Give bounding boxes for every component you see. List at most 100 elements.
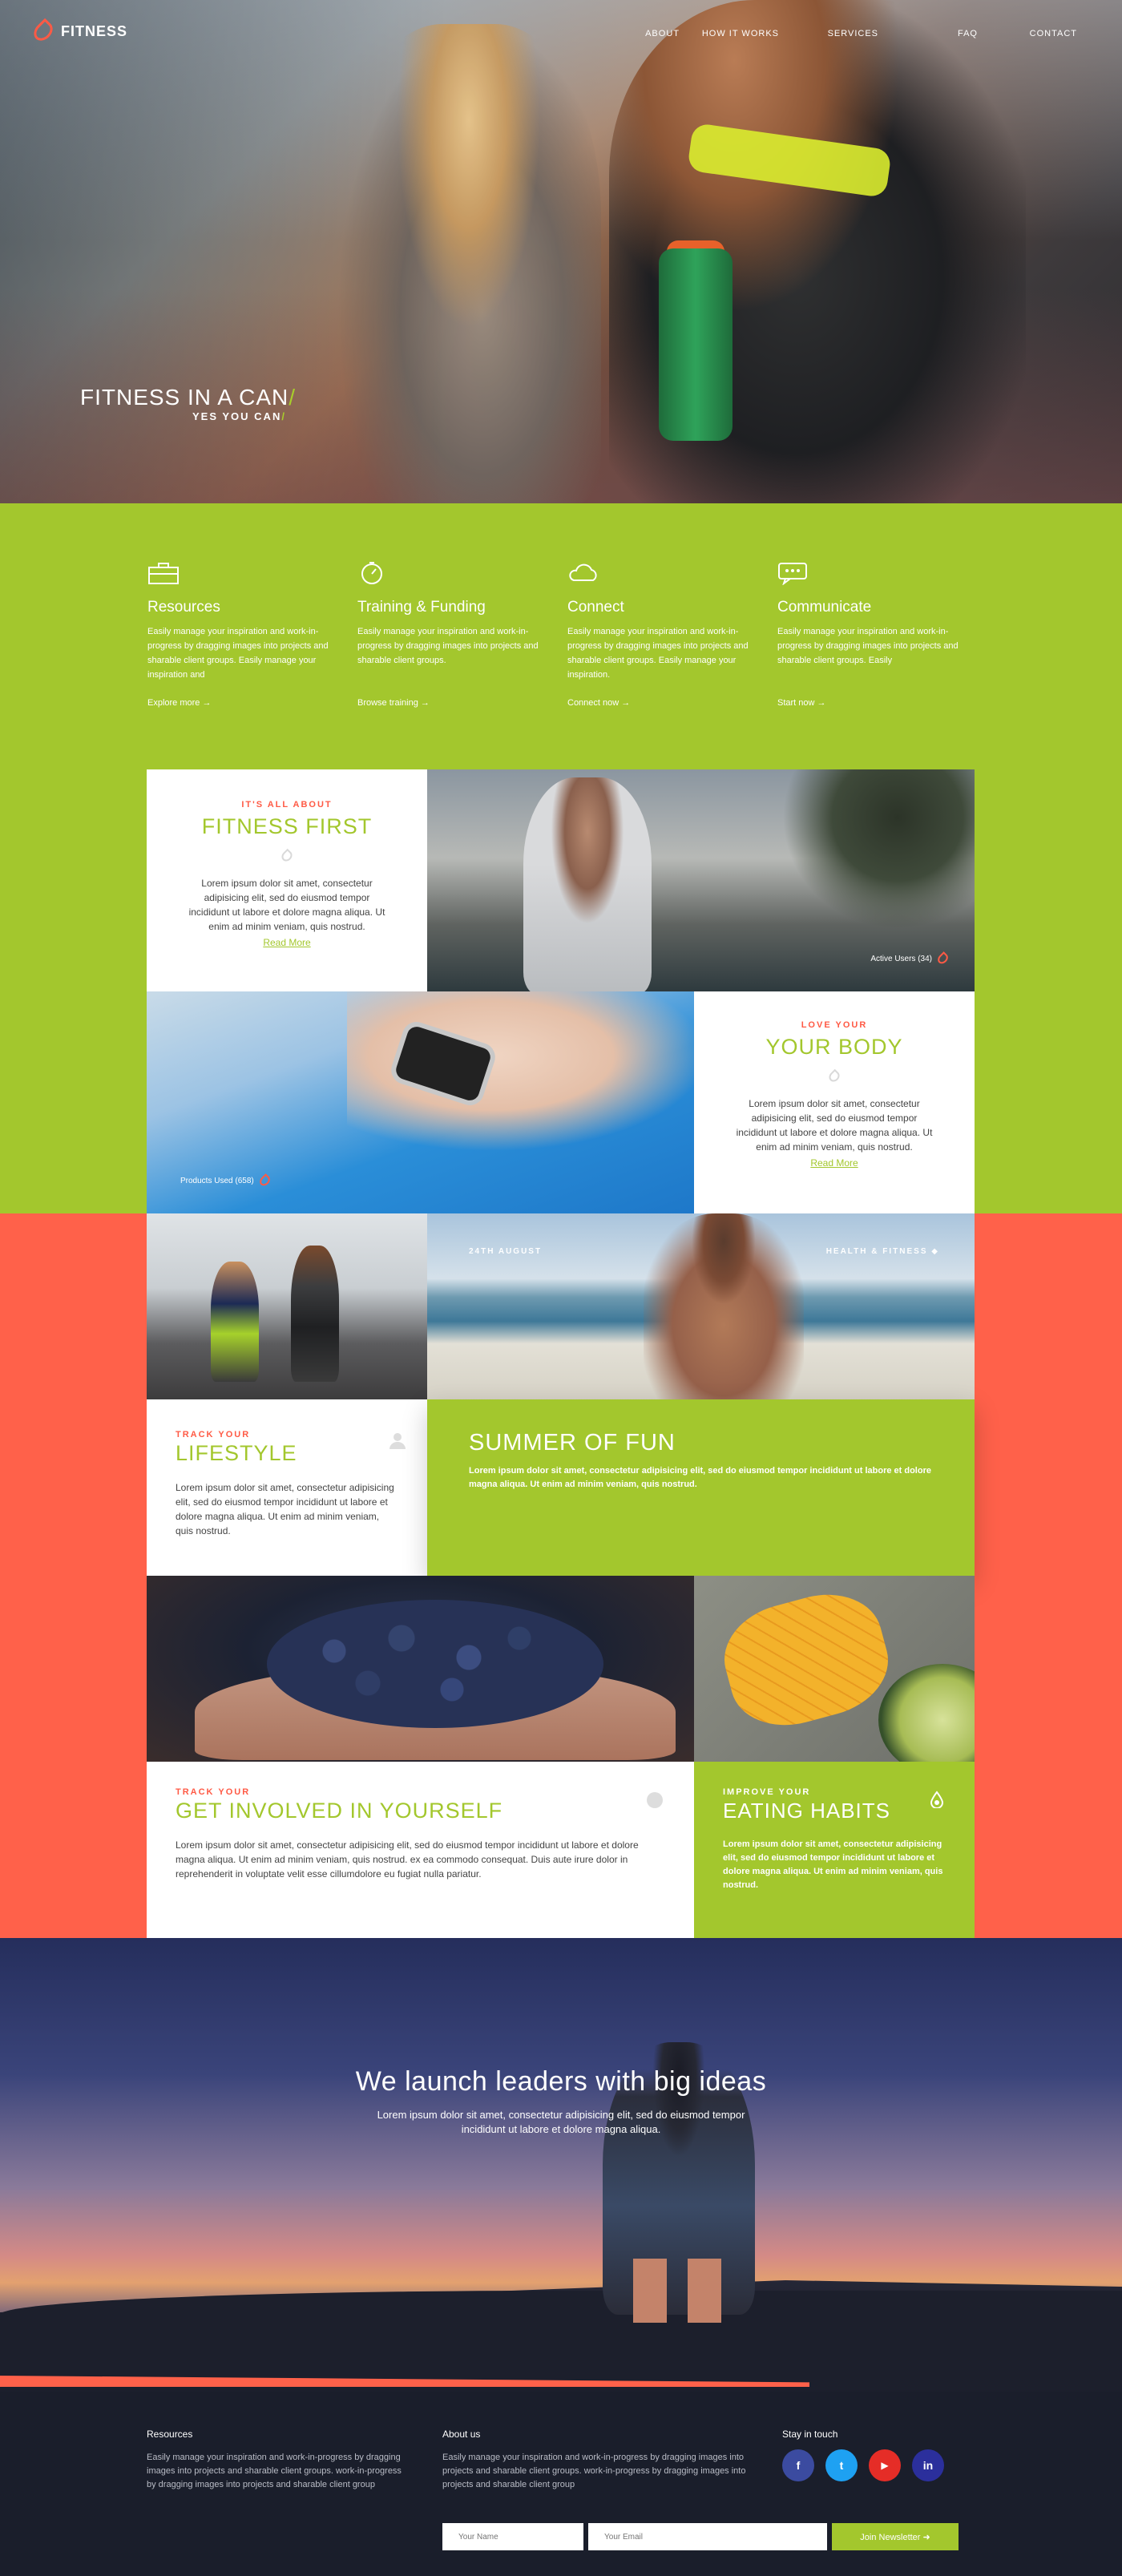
- card-title: EATING HABITS: [723, 1799, 890, 1823]
- card-kicker: TRACK YOUR: [176, 1787, 251, 1797]
- stopwatch-icon: [361, 562, 382, 584]
- footer-heading: Resources: [147, 2429, 193, 2440]
- leaders-section: We launch leaders with big ideas Lorem i…: [0, 1938, 1122, 2392]
- briefcase-icon: [148, 563, 179, 584]
- footer-about: About us Easily manage your inspiration …: [442, 2429, 747, 2492]
- photo-runners: [147, 1213, 427, 1399]
- hero-subtitle-slash: /: [281, 410, 286, 422]
- logo-text: FITNESS: [61, 22, 128, 39]
- post-tag-label: HEALTH & FITNESS: [825, 1247, 928, 1256]
- photo-beach-man: 24TH AUGUST HEALTH & FITNESS ◆: [427, 1213, 975, 1399]
- drop-icon: [279, 848, 295, 864]
- card-text: Lorem ipsum dolor sit amet, consectetur …: [176, 1482, 394, 1536]
- card-text: Lorem ipsum dolor sit amet, consectetur …: [469, 1466, 931, 1489]
- photo-beach-figure: [644, 1213, 804, 1399]
- post-date: 24TH AUGUST: [469, 1247, 543, 1256]
- newsletter-form: Join Newsletter ➜: [442, 2523, 959, 2550]
- tag-icon: ◆: [931, 1247, 939, 1256]
- active-users-caption: Active Users (34): [870, 951, 950, 966]
- feature-link[interactable]: Start now →: [777, 698, 970, 708]
- card-title: SUMMER OF FUN: [469, 1430, 676, 1456]
- photo-runner-woman: [211, 1262, 259, 1382]
- card-title: LIFESTYLE: [176, 1441, 297, 1465]
- photo-avocado: [878, 1664, 975, 1762]
- hero-title-slash: /: [289, 385, 297, 410]
- join-newsletter-button[interactable]: Join Newsletter ➜: [832, 2523, 959, 2550]
- nav-item-how-it-works[interactable]: HOW IT WORKS: [680, 29, 779, 38]
- card-title: FITNESS FIRST: [201, 814, 373, 838]
- card-text: Lorem ipsum dolor sit amet, consectetur …: [723, 1839, 943, 1890]
- feature-communicate: Communicate Easily manage your inspirati…: [777, 561, 970, 708]
- site-footer: Resources Easily manage your inspiration…: [0, 2392, 1122, 2576]
- hero-subtitle-text: YES YOU CAN: [192, 410, 282, 422]
- hero-shade: [0, 0, 1122, 503]
- card-kicker: IMPROVE YOUR: [723, 1787, 811, 1797]
- card-kicker: IT'S ALL ABOUT: [241, 800, 333, 810]
- card-kicker: TRACK YOUR: [176, 1430, 251, 1439]
- photo-woman-figure: [523, 777, 652, 991]
- products-used-caption: Products Used (658): [180, 1173, 272, 1188]
- active-users-label: Active Users (34): [870, 954, 932, 963]
- name-input[interactable]: [442, 2523, 583, 2550]
- footer-stay-in-touch: Stay in touch f t ▶ in: [782, 2429, 975, 2481]
- feature-text: Easily manage your inspiration and work-…: [357, 627, 539, 665]
- linkedin-icon[interactable]: in: [912, 2449, 944, 2481]
- photo-grapes: [147, 1576, 694, 1762]
- card-eating-habits: IMPROVE YOUR EATING HABITS Lorem ipsum d…: [694, 1762, 975, 1938]
- footer-text: Easily manage your inspiration and work-…: [442, 2453, 746, 2489]
- photo-mango: [712, 1581, 900, 1739]
- cloud-icon: [569, 563, 597, 581]
- footer-resources: Resources Easily manage your inspiration…: [147, 2429, 411, 2492]
- footer-heading: About us: [442, 2429, 481, 2440]
- feature-link[interactable]: Connect now →: [567, 698, 760, 708]
- drop-icon: [935, 951, 950, 966]
- drop-icon: [826, 1068, 842, 1084]
- read-more-link[interactable]: Read More: [810, 1157, 858, 1169]
- hero-section: FITNESS ABOUT HOW IT WORKS SERVICES FAQ …: [0, 0, 1122, 503]
- social-links: f t ▶ in: [782, 2449, 975, 2481]
- email-input[interactable]: [588, 2523, 827, 2550]
- feature-training: Training & Funding Easily manage your in…: [357, 561, 550, 708]
- card-title: GET INVOLVED IN YOURSELF: [176, 1799, 503, 1823]
- leaders-text: Lorem ipsum dolor sit amet, consectetur …: [377, 2109, 745, 2135]
- leaders-ground: [0, 2291, 1122, 2392]
- feature-link[interactable]: Explore more →: [147, 698, 340, 708]
- feature-link[interactable]: Browse training →: [357, 698, 550, 708]
- nav-item-services[interactable]: SERVICES: [779, 29, 878, 38]
- card-fitness-first: IT'S ALL ABOUT FITNESS FIRST Lorem ipsum…: [147, 769, 427, 991]
- facebook-icon[interactable]: f: [782, 2449, 814, 2481]
- photo-woman-stretching: Active Users (34): [427, 769, 975, 991]
- post-tag[interactable]: HEALTH & FITNESS ◆: [826, 1247, 939, 1256]
- feature-resources: Resources Easily manage your inspiration…: [147, 561, 340, 708]
- hero-title-text: FITNESS IN A CAN: [80, 385, 289, 410]
- twitter-icon[interactable]: t: [825, 2449, 858, 2481]
- products-used-label: Products Used (658): [180, 1176, 254, 1185]
- leaders-title: We launch leaders with big ideas: [355, 2066, 767, 2097]
- card-your-body: LOVE YOUR YOUR BODY Lorem ipsum dolor si…: [694, 991, 975, 1213]
- photo-smartwatch: Products Used (658): [147, 991, 694, 1213]
- site-logo[interactable]: FITNESS: [30, 18, 128, 45]
- feature-connect: Connect Easily manage your inspiration a…: [567, 561, 760, 708]
- photo-runner-man: [291, 1246, 339, 1382]
- card-lifestyle: TRACK YOUR LIFESTYLE Lorem ipsum dolor s…: [147, 1399, 427, 1576]
- hero-subtitle: YES YOU CAN/: [192, 410, 286, 422]
- feature-title: Communicate: [777, 599, 872, 616]
- main-nav: ABOUT HOW IT WORKS SERVICES FAQ CONTACT: [580, 29, 1077, 38]
- drop-icon: [257, 1173, 272, 1188]
- feature-text: Easily manage your inspiration and work-…: [147, 627, 329, 680]
- read-more-link[interactable]: Read More: [263, 937, 310, 948]
- card-text: Lorem ipsum dolor sit amet, consectetur …: [176, 1839, 639, 1880]
- card-kicker: LOVE YOUR: [801, 1020, 868, 1030]
- photo-trees: [782, 769, 975, 930]
- photo-mango-avocado: [694, 1576, 975, 1762]
- nav-item-faq[interactable]: FAQ: [878, 29, 978, 38]
- card-text: Lorem ipsum dolor sit amet, consectetur …: [188, 878, 385, 932]
- photo-runner-legs: [633, 2259, 721, 2323]
- nav-item-about[interactable]: ABOUT: [580, 29, 680, 38]
- youtube-icon[interactable]: ▶: [869, 2449, 901, 2481]
- nav-item-contact[interactable]: CONTACT: [978, 29, 1077, 38]
- feature-title: Training & Funding: [357, 599, 486, 616]
- user-icon: [389, 1433, 406, 1449]
- hero-title: FITNESS IN A CAN/: [80, 385, 296, 410]
- footer-text: Easily manage your inspiration and work-…: [147, 2453, 402, 2489]
